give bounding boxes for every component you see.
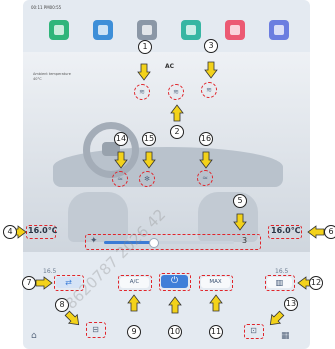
bluetooth-app-icon[interactable] bbox=[269, 20, 289, 40]
apps-grid-icon[interactable]: ▦ bbox=[281, 331, 290, 341]
seat-menu-icon[interactable]: ⊡ bbox=[247, 326, 260, 336]
settings-app-icon[interactable] bbox=[137, 20, 157, 40]
callout-2: 2 bbox=[170, 125, 184, 139]
car-interior-image bbox=[23, 52, 310, 252]
right-set-temp: 16.0℃ bbox=[271, 226, 301, 235]
vent-left-highlight[interactable]: ≋ bbox=[134, 84, 150, 100]
home-icon[interactable]: ⌂ bbox=[31, 331, 37, 341]
fan-level-value: 3 bbox=[242, 236, 248, 245]
ambient-value: 40°C bbox=[33, 77, 42, 81]
seat-vent-left-highlight[interactable]: ✻ bbox=[139, 171, 155, 187]
callout-16: 16 bbox=[199, 132, 213, 146]
callout-14: 14 bbox=[114, 132, 128, 146]
right-temp-highlight[interactable]: 16.0℃ bbox=[268, 225, 302, 239]
vent-right-highlight[interactable]: ≋ bbox=[201, 82, 217, 98]
status-bar-time: 00:11 PM00:55 bbox=[31, 5, 62, 10]
front-defrost-highlight: ⊟ bbox=[86, 322, 106, 338]
max-button-highlight: MAX bbox=[199, 275, 233, 291]
app-shortcut-row bbox=[23, 20, 310, 42]
seat-heat-right-highlight[interactable]: ≈ bbox=[197, 170, 213, 186]
fan-knob[interactable] bbox=[148, 238, 159, 248]
right-current-temp: 16.5 bbox=[275, 268, 289, 275]
ac-button-highlight: A/C bbox=[118, 275, 152, 291]
vent-center-highlight[interactable]: ≋ bbox=[168, 84, 184, 100]
phone-app-icon[interactable] bbox=[49, 20, 69, 40]
callout-11: 11 bbox=[209, 325, 223, 339]
left-temp-highlight[interactable]: 16.0℃ bbox=[26, 225, 58, 239]
power-highlight: ⏻ bbox=[159, 273, 191, 291]
arrow-6 bbox=[307, 225, 325, 239]
seat-vent-left-icon: ✻ bbox=[144, 175, 150, 183]
callout-1: 1 bbox=[138, 40, 152, 54]
seat-heat-right-icon: ≈ bbox=[202, 174, 208, 182]
media-app-icon[interactable] bbox=[225, 20, 245, 40]
max-button[interactable]: MAX bbox=[201, 277, 230, 288]
callout-12: 12 bbox=[309, 276, 323, 290]
ambient-temperature: Ambient temperature 40°C bbox=[33, 72, 71, 82]
fan-speed-highlight: ✦ 3 bbox=[85, 234, 261, 250]
left-set-temp: 16.0℃ bbox=[28, 226, 58, 235]
power-button[interactable]: ⏻ bbox=[161, 275, 188, 288]
seat-heat-left-icon: ≈ bbox=[117, 175, 123, 183]
callout-7: 7 bbox=[22, 276, 36, 290]
callout-5: 5 bbox=[233, 194, 247, 208]
fan-icon: ✦ bbox=[90, 236, 98, 246]
callout-6: 6 bbox=[324, 225, 335, 239]
rear-defrost-highlight: ▥ bbox=[265, 275, 295, 291]
rear-defrost-button[interactable]: ▥ bbox=[267, 277, 292, 288]
seat-heat-left-highlight[interactable]: ≈ bbox=[112, 171, 128, 187]
callout-3: 3 bbox=[204, 39, 218, 53]
car-app-icon[interactable] bbox=[93, 20, 113, 40]
ac-button[interactable]: A/C bbox=[120, 277, 149, 288]
ac-title: AC bbox=[165, 63, 175, 70]
callout-4: 4 bbox=[3, 225, 17, 239]
callout-13: 13 bbox=[284, 297, 298, 311]
vent-right-icon: ≋ bbox=[206, 86, 212, 94]
callout-9: 9 bbox=[127, 325, 141, 339]
callout-10: 10 bbox=[168, 325, 182, 339]
seat-menu-highlight: ⊡ bbox=[244, 324, 264, 339]
vent-center-icon: ≋ bbox=[173, 88, 179, 96]
navigation-app-icon[interactable] bbox=[181, 20, 201, 40]
left-current-temp: 16.5 bbox=[43, 268, 57, 275]
callout-15: 15 bbox=[142, 132, 156, 146]
front-defrost-icon[interactable]: ⊟ bbox=[89, 324, 102, 335]
vent-left-icon: ≋ bbox=[139, 88, 145, 96]
